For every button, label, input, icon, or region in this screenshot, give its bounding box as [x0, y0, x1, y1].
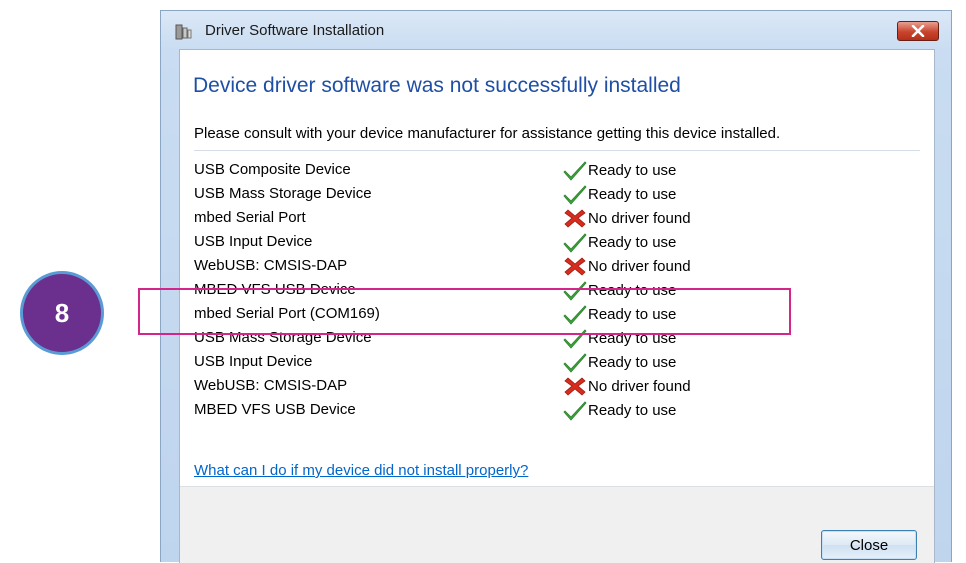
device-status: Ready to use — [562, 230, 676, 254]
device-status: No driver found — [562, 206, 691, 230]
device-row: MBED VFS USB Device Ready to use — [194, 398, 894, 422]
error-x-icon — [562, 375, 588, 397]
device-status: No driver found — [562, 374, 691, 398]
device-status-text: No driver found — [588, 257, 691, 275]
device-name: WebUSB: CMSIS-DAP — [194, 377, 348, 394]
device-name: USB Composite Device — [194, 161, 351, 178]
highlight-box — [138, 288, 791, 335]
device-status-text: No driver found — [588, 209, 691, 227]
device-row: WebUSB: CMSIS-DAP No driver found — [194, 374, 894, 398]
window-close-button[interactable] — [897, 21, 939, 41]
checkmark-icon — [562, 159, 588, 181]
checkmark-icon — [562, 351, 588, 373]
device-name: USB Input Device — [194, 353, 313, 370]
device-name: USB Mass Storage Device — [194, 185, 372, 202]
dialog-footer: Close — [180, 486, 934, 563]
device-row: mbed Serial Port No driver found — [194, 206, 894, 230]
device-status: Ready to use — [562, 350, 676, 374]
device-status-text: Ready to use — [588, 233, 677, 251]
device-row: USB Input Device Ready to use — [194, 350, 894, 374]
checkmark-icon — [562, 399, 588, 421]
close-icon — [911, 25, 925, 37]
device-status-text: Ready to use — [588, 401, 677, 419]
driver-installation-dialog: Driver Software Installation Device driv… — [160, 10, 952, 563]
error-x-icon — [562, 207, 588, 229]
step-number-badge: 8 — [20, 271, 104, 355]
device-name: USB Input Device — [194, 233, 313, 250]
device-status-text: Ready to use — [588, 353, 677, 371]
device-status: Ready to use — [562, 158, 676, 182]
checkmark-icon — [562, 183, 588, 205]
device-status: Ready to use — [562, 182, 676, 206]
device-status-text: No driver found — [588, 377, 691, 395]
device-name: mbed Serial Port — [194, 209, 306, 226]
device-status-text: Ready to use — [588, 161, 677, 179]
close-button[interactable]: Close — [821, 530, 917, 560]
device-name: WebUSB: CMSIS-DAP — [194, 257, 348, 274]
window-title: Driver Software Installation — [205, 22, 385, 39]
device-status: No driver found — [562, 254, 691, 278]
device-icon — [175, 24, 192, 40]
device-row: USB Mass Storage Device Ready to use — [194, 182, 894, 206]
device-status: Ready to use — [562, 398, 676, 422]
help-link[interactable]: What can I do if my device did not insta… — [194, 462, 528, 479]
device-row: WebUSB: CMSIS-DAP No driver found — [194, 254, 894, 278]
divider — [194, 150, 920, 151]
page-title: Device driver software was not successfu… — [193, 74, 681, 97]
error-x-icon — [562, 255, 588, 277]
checkmark-icon — [562, 231, 588, 253]
instructions-text: Please consult with your device manufact… — [194, 125, 781, 142]
device-row: USB Composite Device Ready to use — [194, 158, 894, 182]
title-bar: Driver Software Installation — [161, 11, 951, 49]
device-name: MBED VFS USB Device — [194, 401, 356, 418]
device-status-text: Ready to use — [588, 185, 677, 203]
device-row: USB Input Device Ready to use — [194, 230, 894, 254]
